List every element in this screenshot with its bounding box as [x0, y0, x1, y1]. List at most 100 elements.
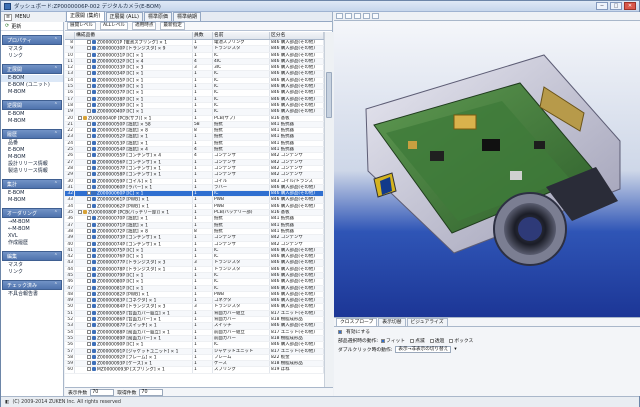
sidebar-section-header[interactable]: 履歴 ⌃	[2, 129, 62, 139]
column-header[interactable]: 構成品番	[75, 32, 193, 39]
row-checkbox[interactable]	[87, 140, 91, 145]
sidebar-section-header[interactable]: オーダリング ⌃	[2, 208, 62, 218]
chevron-up-icon[interactable]: ⌃	[54, 37, 58, 43]
row-checkbox[interactable]	[87, 323, 91, 328]
row-checkbox[interactable]	[87, 172, 91, 177]
row-checkbox[interactable]	[87, 96, 91, 101]
row-checkbox[interactable]	[87, 102, 91, 107]
viewer-tool-icon[interactable]	[363, 13, 370, 19]
row-checkbox[interactable]	[87, 279, 91, 284]
sidebar-item[interactable]: E-BOM	[1, 111, 63, 118]
row-checkbox[interactable]	[87, 241, 91, 246]
row-checkbox[interactable]	[87, 197, 91, 202]
row-checkbox[interactable]	[87, 203, 91, 208]
sidebar-item[interactable]: M-BOM	[1, 154, 63, 161]
sidebar-item[interactable]: 設計リリース情報	[1, 161, 63, 168]
sidebar-item[interactable]: マスタ	[1, 46, 63, 53]
row-checkbox[interactable]	[87, 84, 91, 89]
tab-2[interactable]: 標準原価	[143, 12, 172, 21]
viewer-tool-icon[interactable]	[354, 13, 361, 19]
sidebar-item[interactable]: E-BOM	[1, 75, 63, 82]
row-checkbox[interactable]	[87, 52, 91, 57]
chevron-up-icon[interactable]: ⌃	[54, 66, 58, 72]
sidebar-section-header[interactable]: プロパティ ⌃	[2, 35, 62, 45]
sidebar-item[interactable]: →M-BOM	[1, 219, 63, 226]
row-checkbox[interactable]	[87, 71, 91, 76]
row-checkbox[interactable]	[87, 178, 91, 183]
tab-0[interactable]: 正展開 (集約)	[66, 11, 105, 21]
row-checkbox[interactable]	[87, 310, 91, 315]
subtoolbar-button[interactable]: 適用時点	[132, 22, 157, 30]
sidebar-item[interactable]: E-BOM (ユニット)	[1, 82, 63, 89]
minimize-button[interactable]: ─	[596, 2, 608, 10]
row-checkbox[interactable]	[87, 77, 91, 82]
viewer-tab-1[interactable]: 表示切替	[378, 318, 406, 326]
row-checkbox[interactable]	[87, 46, 91, 51]
row-checkbox[interactable]	[87, 291, 91, 296]
row-checkbox[interactable]	[87, 153, 91, 158]
option-item[interactable]: 点滅	[410, 337, 425, 344]
row-checkbox[interactable]	[87, 134, 91, 139]
row-checkbox[interactable]	[87, 165, 91, 170]
option-item[interactable]: ボックス	[449, 337, 473, 344]
refresh-icon[interactable]: ⟳	[5, 23, 9, 29]
sidebar-item[interactable]: 製造リリース情報	[1, 168, 63, 175]
row-checkbox[interactable]	[87, 342, 91, 347]
sidebar-item[interactable]: 品番	[1, 140, 63, 147]
viewer-tool-icon[interactable]	[336, 13, 343, 19]
column-header[interactable]: 員数	[193, 32, 213, 39]
row-checkbox[interactable]	[87, 159, 91, 164]
maximize-button[interactable]: □	[610, 2, 622, 10]
row-checkbox[interactable]	[87, 65, 91, 70]
row-checkbox[interactable]	[87, 304, 91, 309]
3d-viewer[interactable]	[334, 12, 640, 317]
row-checkbox[interactable]	[87, 90, 91, 95]
grid-scrollbar[interactable]	[324, 32, 333, 387]
chevron-up-icon[interactable]: ⌃	[54, 181, 58, 187]
sidebar-item[interactable]: M-BOM	[1, 197, 63, 204]
row-checkbox[interactable]	[87, 147, 91, 152]
sidebar-item[interactable]: リンク	[1, 53, 63, 60]
sidebar-item[interactable]: E-BOM	[1, 190, 63, 197]
sidebar-item[interactable]: マスタ	[1, 262, 63, 269]
sidebar-section-header[interactable]: 逆展開 ⌃	[2, 100, 62, 110]
row-checkbox[interactable]	[87, 109, 91, 114]
chevron-down-icon[interactable]: ▾	[454, 347, 456, 352]
row-checkbox[interactable]	[87, 348, 91, 353]
column-header[interactable]	[65, 32, 75, 39]
row-checkbox[interactable]	[87, 128, 91, 133]
column-header[interactable]: 区分名	[270, 32, 324, 39]
sidebar-item[interactable]: M-BOM	[1, 89, 63, 96]
sidebar-item[interactable]: リンク	[1, 269, 63, 276]
row-checkbox[interactable]	[87, 335, 91, 340]
row-checkbox[interactable]	[87, 266, 91, 271]
sidebar-item[interactable]: E-BOM	[1, 147, 63, 154]
row-checkbox[interactable]	[87, 184, 91, 189]
menu-label[interactable]: MENU	[15, 14, 30, 20]
sidebar-section-header[interactable]: 正展開 ⌃	[2, 64, 62, 74]
chevron-up-icon[interactable]: ⌃	[54, 282, 58, 288]
sidebar-item[interactable]: XVL	[1, 233, 63, 240]
row-checkbox[interactable]	[87, 317, 91, 322]
sidebar-section-header[interactable]: 集計 ⌃	[2, 179, 62, 189]
row-checkbox[interactable]	[87, 40, 91, 44]
sidebar-item[interactable]: 不具合報告書	[1, 291, 63, 298]
close-button[interactable]: ✕	[624, 2, 636, 10]
row-checkbox[interactable]	[78, 210, 82, 215]
update-button[interactable]: 更新	[11, 23, 21, 30]
row-checkbox[interactable]	[87, 329, 91, 334]
sidebar-item[interactable]: ←M-BOM	[1, 226, 63, 233]
row-checkbox[interactable]	[87, 260, 91, 265]
sidebar-item[interactable]: 作成履歴	[1, 240, 63, 247]
sidebar-section-header[interactable]: チェック済み ⌃	[2, 280, 62, 290]
row-checkbox[interactable]	[87, 354, 91, 359]
option-item[interactable]: フィット	[381, 337, 405, 344]
hamburger-icon[interactable]: ≡	[4, 13, 12, 21]
row-checkbox[interactable]	[87, 235, 91, 240]
dblclick-select[interactable]: 表示→非表示の切り替え	[395, 346, 452, 353]
row-checkbox[interactable]	[87, 228, 91, 233]
column-header[interactable]: 名前	[213, 32, 270, 39]
row-checkbox[interactable]	[78, 115, 82, 120]
row-checkbox[interactable]	[87, 121, 91, 126]
chevron-up-icon[interactable]: ⌃	[54, 131, 58, 137]
